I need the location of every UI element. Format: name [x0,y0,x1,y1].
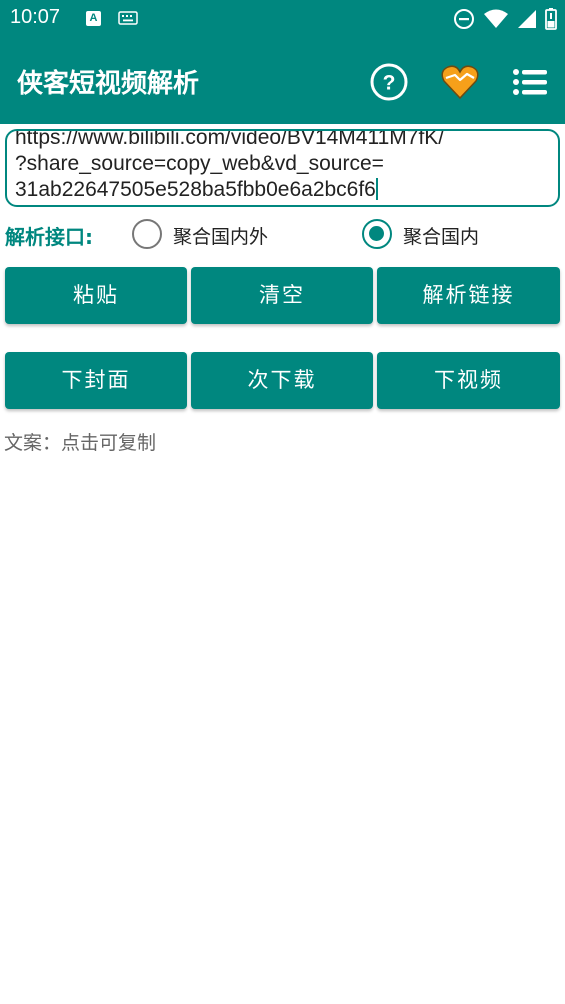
app-title: 侠客短视频解析 [17,69,200,99]
parse-link-button[interactable]: 解析链接 [377,267,560,324]
radio-domestic-label[interactable]: 聚合国内 [403,222,479,249]
do-not-disturb-icon [454,9,474,29]
signal-icon [518,10,536,28]
menu-list-icon[interactable] [509,62,549,102]
keyboard-icon [118,11,138,25]
next-download-button[interactable]: 次下载 [191,352,373,409]
notification-a-icon: A [86,11,101,26]
copy-caption[interactable]: 文案：点击可复制 [4,428,156,455]
api-selector: 解析接口: 聚合国内外 聚合国内 [0,215,565,253]
text-cursor [375,178,378,200]
url-input[interactable]: https://www.bilibili.com/video/BV14M411M… [5,129,560,207]
radio-domestic[interactable] [362,219,392,249]
url-input-value: https://www.bilibili.com/video/BV14M411M… [15,129,445,201]
clear-button[interactable]: 清空 [191,267,373,324]
download-cover-button[interactable]: 下封面 [5,352,187,409]
radio-overseas[interactable] [132,219,162,249]
battery-icon [545,8,557,30]
api-label: 解析接口: [5,225,93,249]
svg-text:?: ? [383,72,396,95]
download-video-button[interactable]: 下视频 [377,352,560,409]
paste-button[interactable]: 粘贴 [5,267,187,324]
help-icon[interactable]: ? [369,62,409,102]
status-bar: 10:07 A [0,0,565,38]
heart-icon[interactable] [440,62,480,102]
radio-overseas-label[interactable]: 聚合国内外 [173,222,268,249]
status-time: 10:07 [10,6,61,28]
wifi-icon [484,9,508,28]
app-bar: 侠客短视频解析 ? [0,38,565,124]
